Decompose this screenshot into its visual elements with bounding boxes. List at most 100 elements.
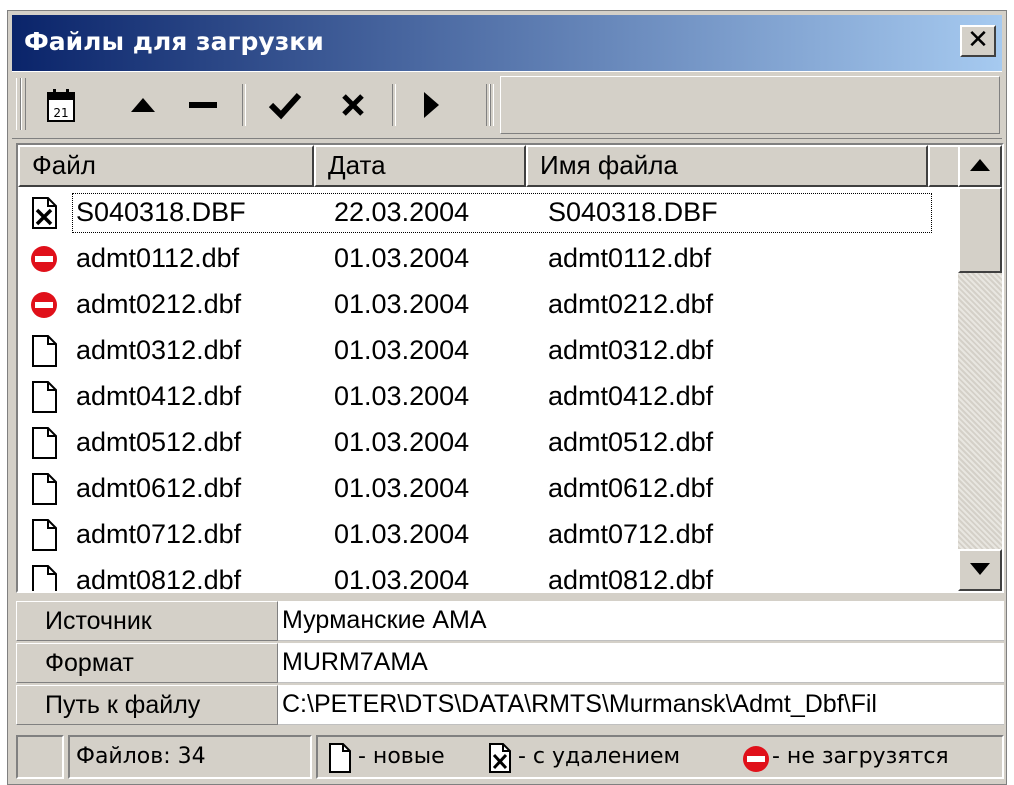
status-legend: - новые - с удалением - не загрузятся [316, 735, 1004, 779]
cell-filename: admt0512.dbf [548, 427, 714, 457]
property-value[interactable]: C:\PETER\DTS\DATA\RMTS\Murmansk\Admt_Dbf… [278, 685, 1004, 725]
play-icon [424, 92, 439, 118]
property-label: Источник [16, 601, 278, 641]
table-row[interactable]: admt0312.dbf 01.03.2004 admt0312.dbf [18, 327, 958, 373]
table-row[interactable]: admt0712.dbf 01.03.2004 admt0712.dbf [18, 511, 958, 557]
cell-filename: admt0312.dbf [548, 335, 714, 365]
check-icon [268, 92, 302, 120]
table-row[interactable]: admt0412.dbf 01.03.2004 admt0412.dbf [18, 373, 958, 419]
files-count: Файлов: 34 [68, 735, 312, 779]
arrow-up-icon [131, 98, 155, 112]
cell-filename: S040318.DBF [548, 197, 718, 227]
column-header-date[interactable]: Дата [314, 145, 526, 187]
cancel-button[interactable] [330, 82, 376, 128]
file-rows: S040318.DBF 22.03.2004 S040318.DBF admt0112… [18, 189, 958, 593]
toolbar-separator [490, 84, 494, 126]
property-source: Источник Мурманские АМА [16, 601, 1004, 643]
dialog-window: Файлы для загрузки ✕ 21 Файл Дата Имя фа… [7, 10, 1007, 785]
cell-file: admt0312.dbf [76, 335, 242, 365]
legend-new-label: - новые [358, 744, 445, 769]
cell-date: 01.03.2004 [334, 335, 470, 365]
scroll-up-button[interactable] [958, 145, 1002, 187]
calendar-day-label: 21 [53, 106, 68, 120]
cell-file: admt0512.dbf [76, 427, 242, 457]
cell-date: 01.03.2004 [334, 519, 470, 549]
cell-date: 22.03.2004 [334, 197, 470, 227]
file-new-icon [30, 427, 58, 459]
cell-file: admt0112.dbf [76, 243, 240, 273]
cell-filename: admt0612.dbf [548, 473, 714, 503]
accept-button[interactable] [262, 82, 308, 128]
cell-date: 01.03.2004 [334, 427, 470, 457]
cell-file: admt0612.dbf [76, 473, 242, 503]
close-button[interactable]: ✕ [960, 25, 996, 57]
scroll-down-button[interactable] [958, 549, 1002, 591]
file-new-icon [30, 565, 58, 591]
toolbar-grip[interactable] [21, 78, 26, 130]
file-new-icon [30, 519, 58, 551]
remove-button[interactable] [180, 82, 226, 128]
property-value[interactable]: Мурманские АМА [278, 601, 1004, 641]
table-row[interactable]: admt0612.dbf 01.03.2004 admt0612.dbf [18, 465, 958, 511]
cell-file: admt0212.dbf [76, 289, 242, 319]
no-entry-icon [743, 746, 769, 772]
title-bar[interactable]: Файлы для загрузки ✕ [12, 15, 1002, 71]
property-path: Путь к файлу C:\PETER\DTS\DATA\RMTS\Murm… [16, 685, 1004, 727]
legend-blocked-label: - не загрузятся [772, 744, 949, 769]
cell-filename: admt0712.dbf [548, 519, 714, 549]
file-list[interactable]: Файл Дата Имя файла S040318.DBF 22.03.200… [16, 143, 1004, 593]
toolbar-separator [392, 84, 396, 126]
table-row[interactable]: S040318.DBF 22.03.2004 S040318.DBF [18, 189, 958, 235]
cell-date: 01.03.2004 [334, 565, 470, 593]
cell-filename: admt0812.dbf [548, 565, 714, 593]
window-title: Файлы для загрузки [24, 27, 324, 56]
calendar-icon: 21 [47, 89, 75, 122]
property-label: Формат [16, 643, 278, 683]
file-new-icon [329, 743, 351, 773]
toolbar-separator [242, 84, 246, 126]
toolbar: 21 [12, 71, 1002, 139]
scroll-thumb[interactable] [958, 187, 1002, 273]
no-entry-icon [30, 243, 58, 273]
toolbar-empty-band [500, 76, 1000, 134]
cell-date: 01.03.2004 [334, 473, 470, 503]
cell-date: 01.03.2004 [334, 381, 470, 411]
cell-filename: admt0112.dbf [548, 243, 712, 273]
scroll-up-arrow-icon [970, 159, 990, 171]
column-header-filler [928, 145, 960, 187]
cell-file: S040318.DBF [76, 197, 246, 227]
cell-file: admt0812.dbf [76, 565, 242, 593]
file-new-icon [30, 473, 58, 505]
file-deleted-icon [30, 197, 58, 229]
column-header-file[interactable]: Файл [18, 145, 314, 187]
cell-filename: admt0212.dbf [548, 289, 714, 319]
legend-deleted-label: - с удалением [518, 744, 681, 769]
minus-icon [189, 102, 217, 108]
file-deleted-icon [489, 743, 511, 773]
column-header-filename[interactable]: Имя файла [526, 145, 928, 187]
cell-file: admt0412.dbf [76, 381, 242, 411]
scroll-down-arrow-icon [970, 563, 990, 575]
cell-file: admt0712.dbf [76, 519, 242, 549]
vertical-scrollbar[interactable] [958, 145, 1002, 591]
move-up-button[interactable] [120, 82, 166, 128]
file-new-icon [30, 381, 58, 413]
table-row[interactable]: admt0112.dbf 01.03.2004 admt0112.dbf [18, 235, 958, 281]
table-row[interactable]: admt0212.dbf 01.03.2004 admt0212.dbf [18, 281, 958, 327]
status-panel-empty [16, 735, 64, 779]
cell-date: 01.03.2004 [334, 243, 470, 273]
property-label: Путь к файлу [16, 685, 278, 725]
run-button[interactable] [408, 82, 454, 128]
cell-filename: admt0412.dbf [548, 381, 714, 411]
cell-date: 01.03.2004 [334, 289, 470, 319]
status-bar: Файлов: 34 - новые - с удалением - не за… [16, 735, 1004, 779]
table-row[interactable]: admt0512.dbf 01.03.2004 admt0512.dbf [18, 419, 958, 465]
property-format: Формат MURM7AMA [16, 643, 1004, 685]
table-row[interactable]: admt0812.dbf 01.03.2004 admt0812.dbf [18, 557, 958, 593]
no-entry-icon [30, 289, 58, 319]
property-value[interactable]: MURM7AMA [278, 643, 1004, 683]
file-new-icon [30, 335, 58, 367]
close-icon: ✕ [967, 25, 989, 55]
delete-x-icon [342, 94, 364, 116]
calendar-button[interactable]: 21 [38, 82, 84, 128]
